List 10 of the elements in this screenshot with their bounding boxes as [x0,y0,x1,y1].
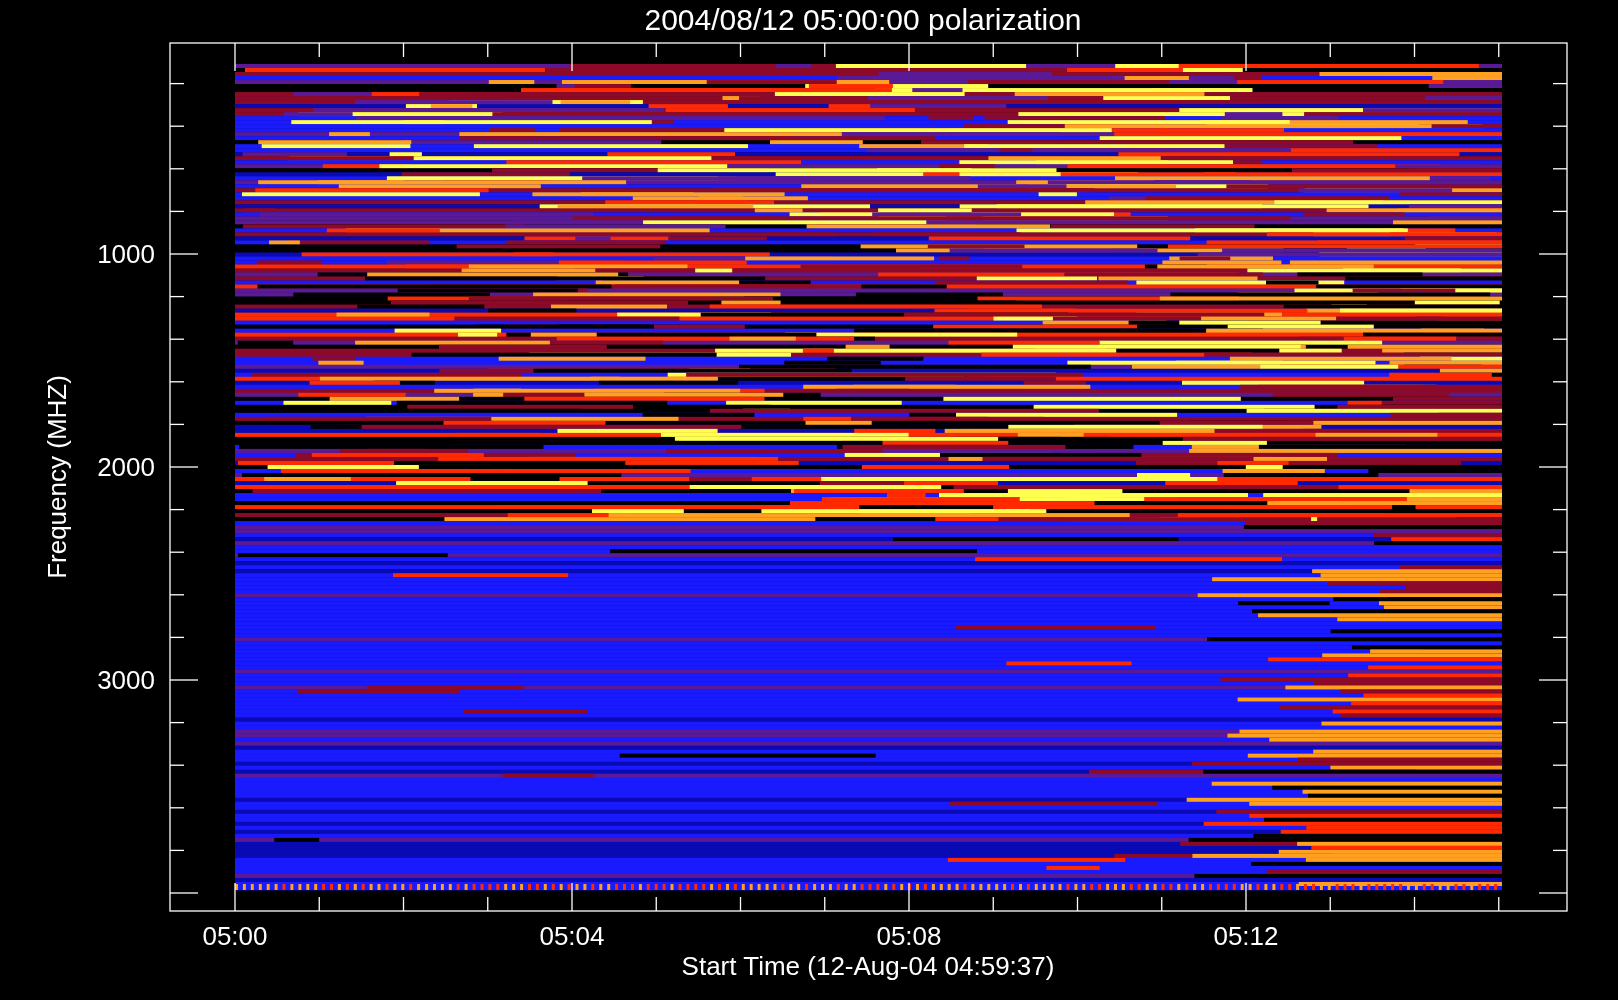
tick-label: 1000 [97,239,155,269]
tick-label: 05:04 [539,921,605,951]
tick-label: 05:12 [1213,921,1279,951]
tick-label: 3000 [97,665,155,695]
plot-title: 2004/08/12 05:00:00 polarization [644,3,1082,36]
tick-label: 05:08 [876,921,942,951]
axis-label: Start Time (12-Aug-04 04:59:37) [681,951,1055,981]
axis-label: Frequency (MHZ) [42,375,72,579]
tick-label: 05:00 [202,921,268,951]
tick-label: 2000 [97,452,155,482]
